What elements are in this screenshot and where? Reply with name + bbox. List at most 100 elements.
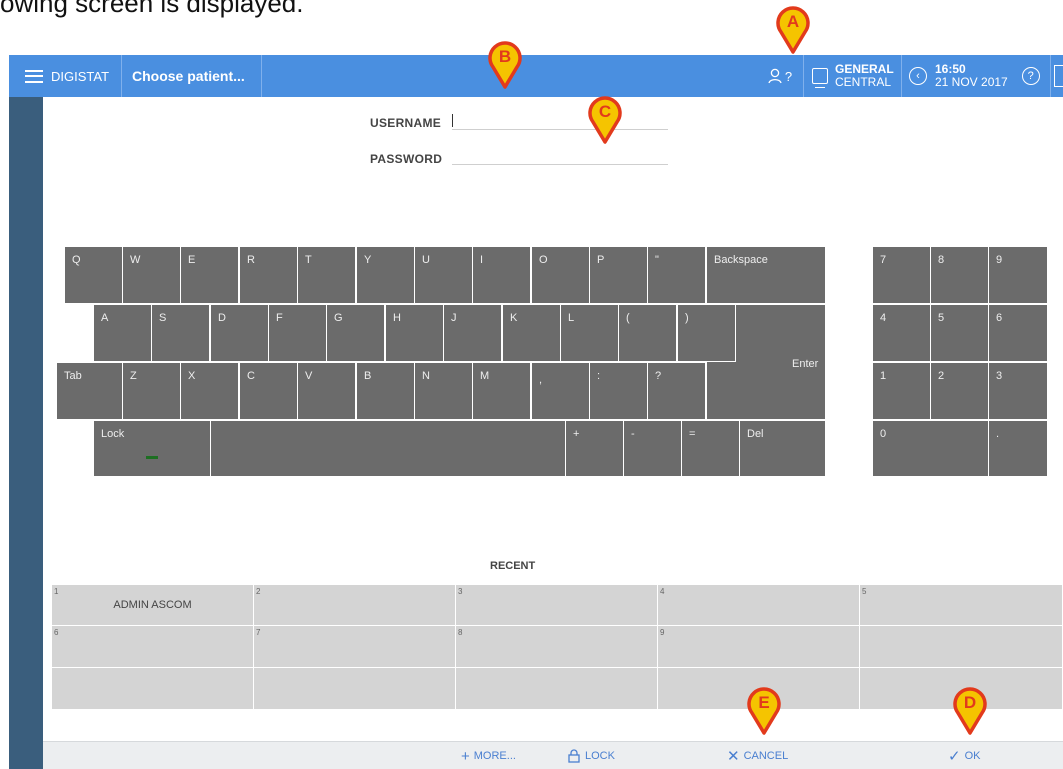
key-l[interactable]: L bbox=[560, 304, 619, 362]
recent-user-10[interactable] bbox=[859, 625, 1063, 668]
callout-marker-a: A bbox=[776, 6, 810, 54]
key-del[interactable]: Del bbox=[739, 420, 826, 477]
clock-icon: ‹ bbox=[909, 67, 927, 85]
patient-label: Choose patient... bbox=[132, 68, 245, 84]
key-v[interactable]: V bbox=[297, 362, 356, 420]
recent-user-9[interactable]: 9 bbox=[657, 625, 860, 668]
password-field[interactable] bbox=[452, 147, 668, 165]
patient-button[interactable]: Choose patient... bbox=[122, 55, 262, 97]
recent-user-7[interactable]: 7 bbox=[253, 625, 456, 668]
key-r[interactable]: R bbox=[239, 246, 298, 304]
key-enter[interactable] bbox=[735, 304, 826, 363]
key-u[interactable]: U bbox=[414, 246, 473, 304]
key-open-paren[interactable]: ( bbox=[618, 304, 677, 362]
more-button[interactable]: + MORE... bbox=[461, 742, 516, 769]
key-m[interactable]: M bbox=[472, 362, 531, 420]
key-plus[interactable]: + bbox=[565, 420, 624, 477]
app-name: DIGISTAT bbox=[51, 68, 110, 84]
key-enter-lower[interactable] bbox=[706, 362, 826, 420]
numpad-4[interactable]: 4 bbox=[872, 304, 931, 362]
numpad-3[interactable]: 3 bbox=[988, 362, 1048, 420]
command-bar: + MORE... LOCK ✕ CANCEL ✓ OK bbox=[43, 741, 1063, 769]
key-e[interactable]: E bbox=[180, 246, 239, 304]
numpad-5[interactable]: 5 bbox=[930, 304, 989, 362]
recent-title: RECENT bbox=[490, 560, 536, 572]
key-j[interactable]: J bbox=[443, 304, 502, 362]
clock-area[interactable]: ‹ 16:50 21 NOV 2017 ? bbox=[902, 55, 1047, 97]
key-space[interactable] bbox=[210, 420, 566, 477]
help-icon[interactable]: ? bbox=[1021, 67, 1040, 85]
user-button[interactable]: ? bbox=[757, 55, 804, 97]
key-w[interactable]: W bbox=[122, 246, 181, 304]
key-a[interactable]: A bbox=[93, 304, 152, 362]
key-minus[interactable]: - bbox=[623, 420, 682, 477]
numpad-6[interactable]: 6 bbox=[988, 304, 1048, 362]
key-backspace[interactable]: Backspace bbox=[706, 246, 826, 304]
key-s[interactable]: S bbox=[151, 304, 210, 362]
key-i[interactable]: I bbox=[472, 246, 531, 304]
key-lock[interactable]: Lock bbox=[93, 420, 211, 477]
key-n[interactable]: N bbox=[414, 362, 473, 420]
numpad-dot[interactable]: . bbox=[988, 420, 1048, 477]
slot-number: 6 bbox=[54, 628, 59, 637]
key-g[interactable]: G bbox=[326, 304, 385, 362]
key-b[interactable]: B bbox=[356, 362, 415, 420]
key-p[interactable]: P bbox=[589, 246, 648, 304]
ward-button[interactable]: GENERAL CENTRAL bbox=[804, 55, 902, 97]
key-d[interactable]: D bbox=[210, 304, 269, 362]
recent-slot-empty[interactable] bbox=[455, 667, 658, 710]
key-question[interactable]: ? bbox=[647, 362, 706, 420]
key-equals[interactable]: = bbox=[681, 420, 740, 477]
recent-slot-empty[interactable] bbox=[51, 667, 254, 710]
key-t[interactable]: T bbox=[297, 246, 356, 304]
username-field[interactable] bbox=[452, 112, 668, 130]
key-quote[interactable]: " bbox=[647, 246, 706, 304]
key-comma[interactable]: , bbox=[531, 362, 590, 420]
numpad-2[interactable]: 2 bbox=[930, 362, 989, 420]
key-close-paren[interactable]: ) bbox=[677, 304, 736, 362]
cancel-button[interactable]: ✕ CANCEL bbox=[727, 742, 788, 769]
caps-indicator bbox=[146, 456, 158, 459]
key-z[interactable]: Z bbox=[122, 362, 181, 420]
lock-button[interactable]: LOCK bbox=[568, 742, 615, 769]
check-icon: ✓ bbox=[948, 748, 961, 765]
hamburger-icon bbox=[25, 69, 43, 83]
slot-number: 5 bbox=[862, 587, 867, 596]
key-x[interactable]: X bbox=[180, 362, 239, 420]
key-q[interactable]: Q bbox=[64, 246, 123, 304]
main-menu-button[interactable]: DIGISTAT bbox=[9, 55, 122, 97]
marker-e-label: E bbox=[758, 693, 769, 712]
key-h[interactable]: H bbox=[385, 304, 444, 362]
recent-slot-empty[interactable] bbox=[253, 667, 456, 710]
key-y[interactable]: Y bbox=[356, 246, 415, 304]
key-colon[interactable]: : bbox=[589, 362, 648, 420]
recent-user-6[interactable]: 6 bbox=[51, 625, 254, 668]
password-label: PASSWORD bbox=[370, 152, 443, 166]
screen-icon[interactable] bbox=[1050, 55, 1063, 97]
recent-user-1[interactable]: 1 ADMIN ASCOM bbox=[51, 584, 254, 626]
recent-user-8[interactable]: 8 bbox=[455, 625, 658, 668]
key-k[interactable]: K bbox=[502, 304, 561, 362]
key-c[interactable]: C bbox=[239, 362, 298, 420]
ok-button[interactable]: ✓ OK bbox=[948, 742, 980, 769]
recent-user-3[interactable]: 3 bbox=[455, 584, 658, 626]
key-tab[interactable]: Tab bbox=[56, 362, 123, 420]
slot-number: 3 bbox=[458, 587, 463, 596]
numpad-8[interactable]: 8 bbox=[930, 246, 989, 304]
key-f[interactable]: F bbox=[268, 304, 327, 362]
key-o[interactable]: O bbox=[531, 246, 590, 304]
recent-user-4[interactable]: 4 bbox=[657, 584, 860, 626]
numpad-1[interactable]: 1 bbox=[872, 362, 931, 420]
recent-user-2[interactable]: 2 bbox=[253, 584, 456, 626]
username-label: USERNAME bbox=[370, 116, 442, 130]
user-icon bbox=[768, 68, 782, 84]
callout-marker-e: E bbox=[747, 687, 781, 735]
recent-user-5[interactable]: 5 bbox=[859, 584, 1063, 626]
plus-icon: + bbox=[461, 747, 470, 765]
numpad-7[interactable]: 7 bbox=[872, 246, 931, 304]
numpad-0[interactable]: 0 bbox=[872, 420, 989, 477]
slot-number: 2 bbox=[256, 587, 261, 596]
user-name: ADMIN ASCOM bbox=[113, 599, 192, 611]
numpad-9[interactable]: 9 bbox=[988, 246, 1048, 304]
workstation-icon bbox=[812, 68, 828, 88]
